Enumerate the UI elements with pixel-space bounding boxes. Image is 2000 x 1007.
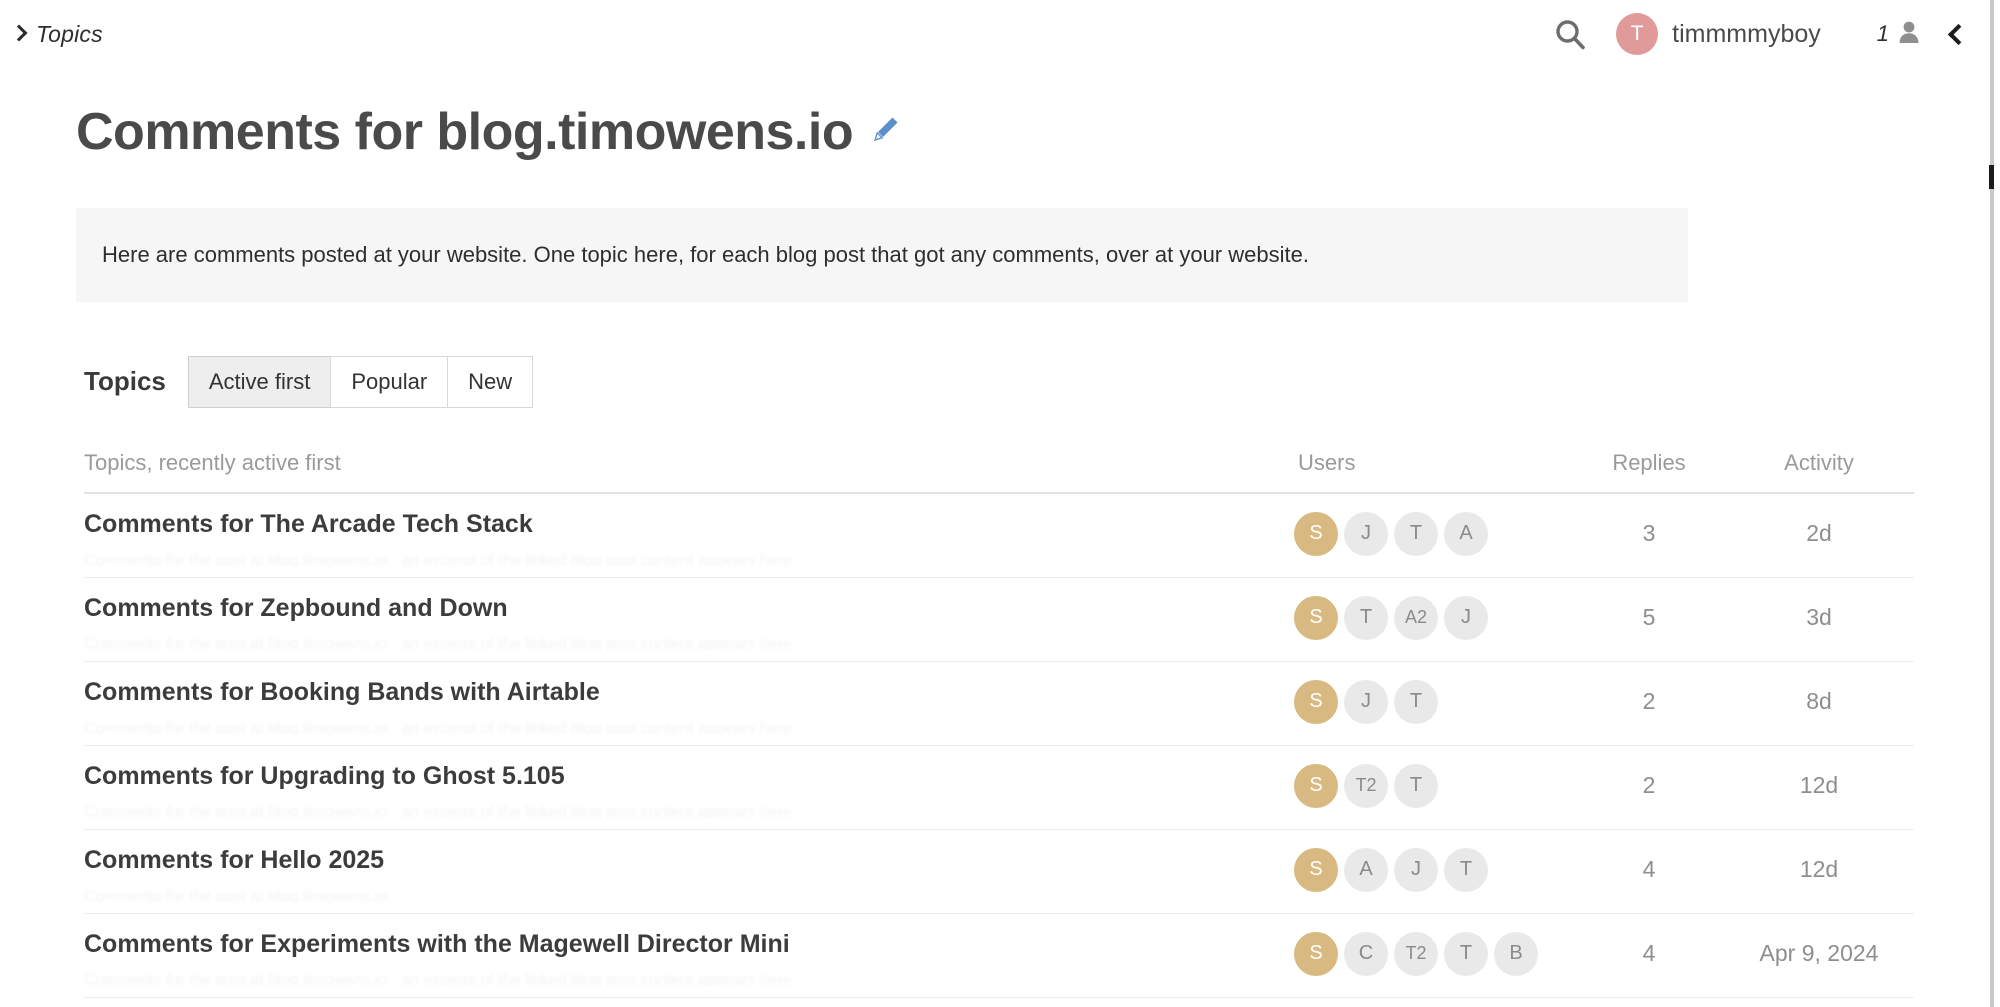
topbar-actions: T timmmmyboy 1 <box>1542 6 1966 62</box>
breadcrumb[interactable]: Topics <box>10 21 103 48</box>
user-avatar[interactable]: T <box>1394 763 1438 808</box>
user-avatar[interactable]: T2 <box>1344 763 1388 808</box>
scrollbar-thumb[interactable] <box>1989 165 1994 189</box>
notification-indicator[interactable]: 1 <box>1877 20 1920 49</box>
breadcrumb-label[interactable]: Topics <box>36 21 103 48</box>
users-cell: SJT <box>1274 678 1574 724</box>
filter-label: Topics <box>84 366 166 397</box>
column-header-users: Users <box>1298 449 1356 475</box>
topic-excerpt: Comments for the post at blog.timowens.i… <box>84 636 792 651</box>
notification-count: 1 <box>1876 21 1889 46</box>
topic-excerpt: Comments for the post at blog.timowens.i… <box>84 972 792 987</box>
topic-cell: Comments for Hello 2025 Comments for the … <box>84 846 1274 903</box>
page-title-row: Comments for blog.timowens.io <box>0 68 1990 162</box>
replies-count: 2 <box>1642 771 1656 798</box>
users-cell: S T2 T <box>1274 762 1574 808</box>
user-avatar[interactable]: C <box>1344 931 1388 976</box>
replies-count: 4 <box>1642 855 1656 882</box>
sort-new-button[interactable]: New <box>447 355 534 408</box>
user-avatar[interactable]: T <box>1394 679 1438 724</box>
table-row[interactable]: Comments for Zepbound and Down Comments f… <box>84 578 1914 662</box>
table-row[interactable]: Comments for Booking Bands with Airtable… <box>84 662 1914 746</box>
user-avatar[interactable]: S <box>1294 847 1338 892</box>
replies-count: 5 <box>1642 603 1656 630</box>
user-avatar[interactable]: T <box>1444 931 1488 976</box>
replies-count: 4 <box>1642 939 1656 966</box>
column-header-topics: Topics, recently active first <box>84 449 341 475</box>
topic-cell: Comments for Experiments with the Magewe… <box>84 930 1274 987</box>
table-row[interactable]: Comments for Hello 2025 Comments for the … <box>84 830 1914 914</box>
topic-cell: Comments for Zepbound and Down Comments f… <box>84 594 1274 651</box>
users-cell: S T A2 J <box>1274 594 1574 640</box>
topic-cell: Comments for Upgrading to Ghost 5.105 Com… <box>84 762 1274 819</box>
user-avatar[interactable]: T <box>1444 847 1488 892</box>
user-avatar[interactable]: T <box>1394 511 1438 556</box>
users-cell: SJTA <box>1274 510 1574 556</box>
table-body: Comments for The Arcade Tech Stack Commen… <box>84 494 1914 998</box>
topic-title-link[interactable]: Comments for Hello 2025 <box>84 846 1254 875</box>
avatar[interactable]: T <box>1616 13 1659 55</box>
column-header-activity: Activity <box>1784 449 1854 475</box>
users-cell: SAJT <box>1274 846 1574 892</box>
user-avatar[interactable]: T2 <box>1394 931 1438 976</box>
users-cell: S C T2 T B <box>1274 930 1574 976</box>
sort-active-first-button[interactable]: Active first <box>187 355 332 408</box>
topic-title-link[interactable]: Comments for Booking Bands with Airtable <box>84 678 1254 707</box>
user-avatar[interactable]: A2 <box>1394 595 1438 640</box>
user-avatar[interactable]: S <box>1294 595 1338 640</box>
user-avatar[interactable]: A <box>1444 511 1488 556</box>
user-avatar[interactable]: S <box>1294 679 1338 724</box>
filter-row: Topics Active first Popular New <box>84 355 1990 408</box>
topic-title-link[interactable]: Comments for Zepbound and Down <box>84 594 1254 623</box>
topic-excerpt: Comments for the post at blog.timowens.i… <box>84 804 792 819</box>
username-label[interactable]: timmmmyboy <box>1672 20 1821 49</box>
user-avatar[interactable]: T <box>1344 595 1388 640</box>
table-row[interactable]: Comments for The Arcade Tech Stack Commen… <box>84 494 1914 578</box>
topic-title-link[interactable]: Comments for Upgrading to Ghost 5.105 <box>84 762 1254 791</box>
search-icon[interactable] <box>1542 6 1598 62</box>
pencil-icon[interactable] <box>871 114 901 150</box>
chevron-right-icon[interactable] <box>10 23 28 45</box>
page-root: Topics T timmmmyboy 1 Comments for blog.… <box>0 0 2000 1007</box>
topic-title-link[interactable]: Comments for Experiments with the Magewe… <box>84 930 1254 959</box>
activity-time: 8d <box>1806 687 1832 714</box>
user-avatar[interactable]: S <box>1294 931 1338 976</box>
replies-count: 2 <box>1642 687 1656 714</box>
replies-count: 3 <box>1642 519 1656 546</box>
user-icon <box>1898 20 1920 49</box>
user-avatar[interactable]: J <box>1344 511 1388 556</box>
user-avatar[interactable]: J <box>1394 847 1438 892</box>
topic-excerpt: Comments for the post at blog.timowens.i… <box>84 888 388 903</box>
top-bar: Topics T timmmmyboy 1 <box>0 0 1990 68</box>
user-avatar[interactable]: A <box>1344 847 1388 892</box>
user-avatar[interactable]: B <box>1494 931 1538 976</box>
activity-time: Apr 9, 2024 <box>1759 939 1879 966</box>
chevron-left-icon[interactable] <box>1946 22 1966 46</box>
user-avatar[interactable]: S <box>1294 763 1338 808</box>
info-banner: Here are comments posted at your website… <box>76 208 1688 302</box>
scrollbar-track[interactable] <box>1990 0 1994 1007</box>
table-header-row: Topics, recently active first Users Repl… <box>84 450 1914 494</box>
table-row[interactable]: Comments for Upgrading to Ghost 5.105 Com… <box>84 746 1914 830</box>
topic-excerpt: Comments for the post at blog.timowens.i… <box>84 552 792 567</box>
user-avatar[interactable]: S <box>1294 511 1338 556</box>
topic-excerpt: Comments for the post at blog.timowens.i… <box>84 720 792 735</box>
activity-time: 3d <box>1806 603 1832 630</box>
user-avatar[interactable]: J <box>1344 679 1388 724</box>
topic-title-link[interactable]: Comments for The Arcade Tech Stack <box>84 510 1254 539</box>
user-avatar[interactable]: J <box>1444 595 1488 640</box>
column-header-replies: Replies <box>1612 449 1686 475</box>
table-row[interactable]: Comments for Experiments with the Magewe… <box>84 914 1914 998</box>
topics-table: Topics, recently active first Users Repl… <box>84 450 1914 998</box>
topic-cell: Comments for The Arcade Tech Stack Commen… <box>84 510 1274 567</box>
sort-button-group: Active first Popular New <box>187 355 534 408</box>
main-content: Comments for blog.timowens.io Here are c… <box>0 68 1990 998</box>
topic-cell: Comments for Booking Bands with Airtable… <box>84 678 1274 735</box>
activity-time: 12d <box>1799 855 1839 882</box>
activity-time: 12d <box>1799 771 1839 798</box>
sort-popular-button[interactable]: Popular <box>330 355 449 408</box>
activity-time: 2d <box>1806 519 1832 546</box>
page-title: Comments for blog.timowens.io <box>76 103 854 161</box>
